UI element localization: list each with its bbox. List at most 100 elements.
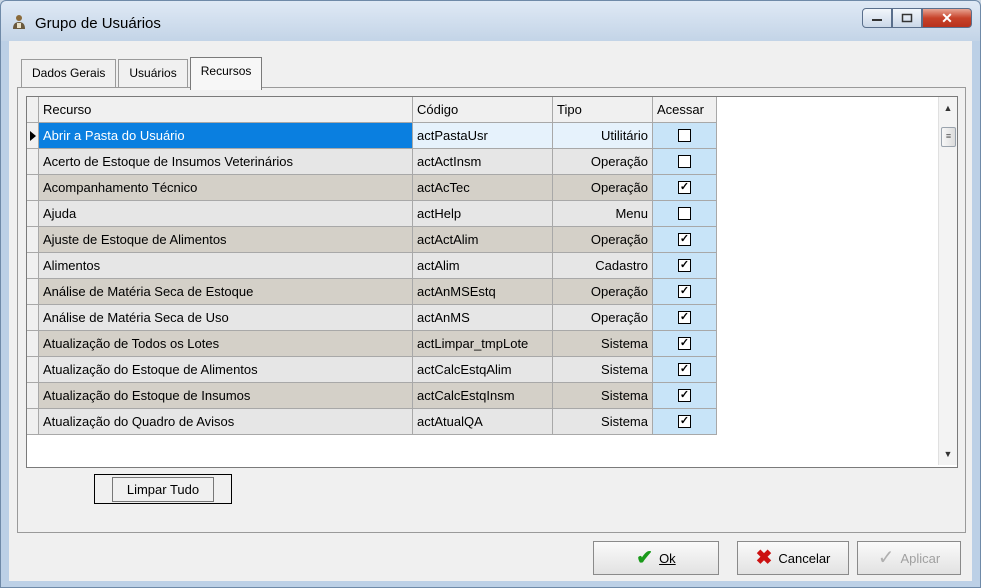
cell-codigo: actAcTec: [413, 175, 553, 201]
limpar-tudo-button[interactable]: Limpar Tudo: [94, 474, 232, 504]
apply-check-icon: ✓: [877, 547, 895, 569]
table-row[interactable]: Atualização de Todos os Lotes actLimpar_t…: [27, 331, 717, 357]
dialog-client-area: Dados Gerais Usuários Recursos Recurso C…: [9, 41, 972, 581]
tab-strip: Dados Gerais Usuários Recursos: [21, 57, 264, 90]
table-row[interactable]: Análise de Matéria Seca de Uso actAnMS Ope…: [27, 305, 717, 331]
cell-tipo: Menu: [553, 201, 653, 227]
row-indicator-cell[interactable]: [27, 383, 39, 409]
table-row[interactable]: Acerto de Estoque de Insumos Veterinário…: [27, 149, 717, 175]
title-bar[interactable]: Grupo de Usuários ✕: [1, 1, 980, 41]
scroll-down-icon[interactable]: ▼: [939, 445, 957, 463]
tab-usuarios[interactable]: Usuários: [118, 59, 188, 88]
row-indicator-cell[interactable]: [27, 331, 39, 357]
cross-icon: ✖: [755, 547, 773, 569]
limpar-tudo-label: Limpar Tudo: [111, 476, 215, 502]
cell-acessar: ✓: [653, 227, 717, 253]
cell-recurso: Análise de Matéria Seca de Uso: [39, 305, 413, 331]
row-indicator-cell[interactable]: [27, 279, 39, 305]
cell-tipo: Operação: [553, 279, 653, 305]
cell-recurso: Alimentos: [39, 253, 413, 279]
cell-recurso: Atualização do Quadro de Avisos: [39, 409, 413, 435]
cell-codigo: actAnMSEstq: [413, 279, 553, 305]
acessar-checkbox[interactable]: [678, 129, 691, 142]
row-indicator-cell[interactable]: [27, 201, 39, 227]
cell-acessar: ✓: [653, 279, 717, 305]
cell-recurso: Atualização do Estoque de Alimentos: [39, 357, 413, 383]
acessar-checkbox[interactable]: ✓: [678, 337, 691, 350]
cell-recurso: Atualização de Todos os Lotes: [39, 331, 413, 357]
cell-acessar: ✓: [653, 409, 717, 435]
cell-acessar: [653, 201, 717, 227]
ok-button[interactable]: ✔ Ok: [593, 541, 719, 575]
cancel-label: Cancelar: [778, 550, 831, 566]
maximize-button[interactable]: [892, 8, 922, 28]
cell-codigo: actActInsm: [413, 149, 553, 175]
ok-label: Ok: [659, 550, 676, 566]
table-row[interactable]: Atualização do Estoque de Insumos actCalc…: [27, 383, 717, 409]
tab-recursos[interactable]: Recursos: [189, 57, 263, 90]
acessar-checkbox[interactable]: ✓: [678, 233, 691, 246]
table-row[interactable]: Alimentos actAlim Cadastro ✓: [27, 253, 717, 279]
cell-acessar: [653, 123, 717, 149]
row-indicator-cell[interactable]: [27, 149, 39, 175]
row-indicator-cell[interactable]: [27, 123, 39, 149]
cell-acessar: ✓: [653, 331, 717, 357]
header-recurso[interactable]: Recurso: [39, 97, 413, 123]
cell-tipo: Sistema: [553, 357, 653, 383]
tab-dados-gerais[interactable]: Dados Gerais: [21, 59, 117, 88]
acessar-checkbox[interactable]: ✓: [678, 389, 691, 402]
acessar-checkbox[interactable]: ✓: [678, 285, 691, 298]
cancel-button[interactable]: ✖ Cancelar: [737, 541, 849, 575]
header-acessar[interactable]: Acessar: [653, 97, 717, 123]
grid-header: Recurso Código Tipo Acessar: [27, 97, 717, 123]
cell-tipo: Cadastro: [553, 253, 653, 279]
row-indicator-cell[interactable]: [27, 227, 39, 253]
cell-tipo: Sistema: [553, 409, 653, 435]
cell-codigo: actCalcEstqAlim: [413, 357, 553, 383]
close-button[interactable]: ✕: [922, 8, 972, 28]
cell-acessar: ✓: [653, 253, 717, 279]
acessar-checkbox[interactable]: ✓: [678, 415, 691, 428]
cell-tipo: Sistema: [553, 331, 653, 357]
current-row-arrow-icon: [30, 131, 36, 141]
dialog-window: Grupo de Usuários ✕ Dados Gerais Usuário…: [0, 0, 981, 588]
cell-recurso: Análise de Matéria Seca de Estoque: [39, 279, 413, 305]
table-row[interactable]: Ajuda actHelp Menu: [27, 201, 717, 227]
row-indicator-cell[interactable]: [27, 357, 39, 383]
dialog-button-bar: ✔ Ok ✖ Cancelar ✓ Aplicar: [17, 535, 964, 579]
table-row[interactable]: Acompanhamento Técnico actAcTec Operação ✓: [27, 175, 717, 201]
row-indicator-cell[interactable]: [27, 253, 39, 279]
acessar-checkbox[interactable]: [678, 207, 691, 220]
cell-codigo: actHelp: [413, 201, 553, 227]
scroll-up-icon[interactable]: ▲: [939, 99, 957, 117]
table-row[interactable]: Ajuste de Estoque de Alimentos actActAlim…: [27, 227, 717, 253]
table-row[interactable]: Atualização do Estoque de Alimentos actCa…: [27, 357, 717, 383]
row-indicator-cell[interactable]: [27, 409, 39, 435]
cell-tipo: Operação: [553, 227, 653, 253]
table-row[interactable]: Análise de Matéria Seca de Estoque actAnM…: [27, 279, 717, 305]
cell-codigo: actPastaUsr: [413, 123, 553, 149]
minimize-icon: [872, 19, 882, 21]
acessar-checkbox[interactable]: ✓: [678, 259, 691, 272]
acessar-checkbox[interactable]: [678, 155, 691, 168]
acessar-checkbox[interactable]: ✓: [678, 363, 691, 376]
header-codigo[interactable]: Código: [413, 97, 553, 123]
table-row[interactable]: Atualização do Quadro de Avisos actAtualQ…: [27, 409, 717, 435]
header-tipo[interactable]: Tipo: [553, 97, 653, 123]
cell-recurso: Ajuste de Estoque de Alimentos: [39, 227, 413, 253]
cell-codigo: actCalcEstqInsm: [413, 383, 553, 409]
acessar-checkbox[interactable]: ✓: [678, 181, 691, 194]
apply-button[interactable]: ✓ Aplicar: [857, 541, 961, 575]
cell-acessar: [653, 149, 717, 175]
minimize-button[interactable]: [862, 8, 892, 28]
scroll-thumb[interactable]: ≡: [941, 127, 956, 147]
cell-tipo: Sistema: [553, 383, 653, 409]
acessar-checkbox[interactable]: ✓: [678, 311, 691, 324]
row-indicator-cell[interactable]: [27, 305, 39, 331]
table-row[interactable]: Abrir a Pasta do Usuário actPastaUsr Utili…: [27, 123, 717, 149]
cell-codigo: actAlim: [413, 253, 553, 279]
resources-grid[interactable]: Recurso Código Tipo Acessar Abrir a Past…: [26, 96, 958, 468]
vertical-scrollbar[interactable]: ▲ ≡ ▼: [938, 97, 957, 465]
row-indicator-cell[interactable]: [27, 175, 39, 201]
cell-acessar: ✓: [653, 383, 717, 409]
